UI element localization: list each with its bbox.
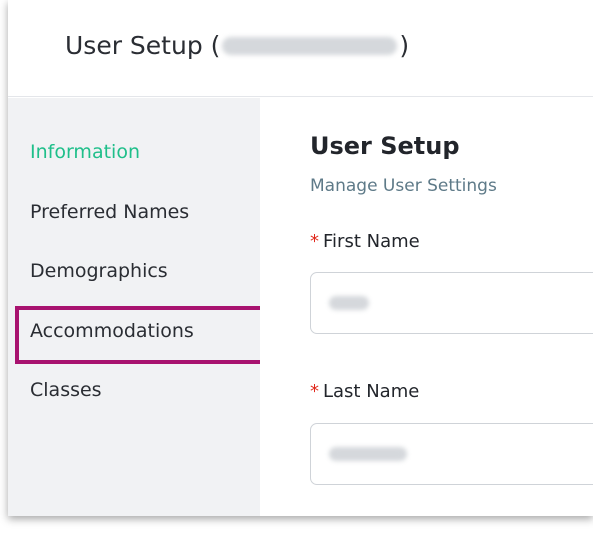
first-name-label-text: First Name <box>323 231 420 252</box>
sidebar-item-classes[interactable]: Classes <box>30 379 102 401</box>
last-name-label-text: Last Name <box>323 381 420 402</box>
sidebar-item-information[interactable]: Information <box>30 141 140 163</box>
redacted-user-name <box>222 36 398 55</box>
last-name-label: * Last Name <box>310 381 419 402</box>
first-name-field[interactable] <box>310 272 593 334</box>
section-subtitle: Manage User Settings <box>310 176 497 196</box>
main-content: User Setup Manage User Settings * First N… <box>260 98 593 516</box>
required-asterisk: * <box>310 381 319 402</box>
sidebar-item-preferred-names[interactable]: Preferred Names <box>30 201 189 223</box>
accommodations-highlight-box <box>15 306 271 364</box>
page-title-prefix: User Setup ( <box>65 31 221 60</box>
user-setup-panel: User Setup ( ) Information Preferred Nam… <box>8 0 593 516</box>
redacted-last-name <box>329 447 407 461</box>
sidebar-item-demographics[interactable]: Demographics <box>30 260 168 282</box>
redacted-first-name <box>329 296 369 310</box>
last-name-field[interactable] <box>310 423 593 485</box>
required-asterisk: * <box>310 231 319 252</box>
page-title-suffix: ) <box>399 31 410 60</box>
section-title: User Setup <box>310 132 460 160</box>
page-title: User Setup ( ) <box>65 31 409 60</box>
first-name-label: * First Name <box>310 231 420 252</box>
page-header: User Setup ( ) <box>8 0 593 97</box>
